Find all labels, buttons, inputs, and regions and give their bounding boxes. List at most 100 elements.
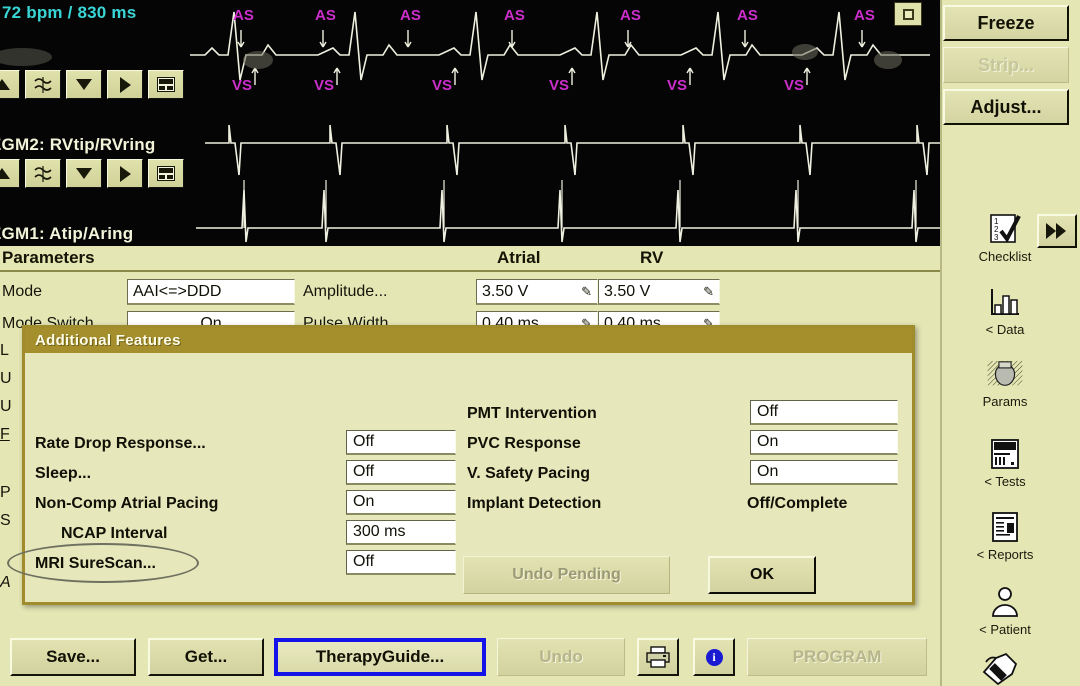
pacemaker-icon [985,355,1025,393]
svg-text:3: 3 [994,233,999,242]
scroll-right-button[interactable] [107,70,143,99]
feature-value-v-safety-pacing[interactable]: On [750,460,898,485]
feature-value-non-comp-atrial-pacing[interactable]: On [346,490,456,515]
parameters-header: Parameters Atrial RV [0,246,940,272]
feature-value-pmt-intervention[interactable]: Off [750,400,898,425]
occluded-label: S [0,512,11,529]
sidebar-item-params[interactable]: Params [942,355,1068,409]
sidebar-label-tests: < Tests [984,474,1026,489]
marker-vs: VS [784,77,805,94]
strip-button[interactable]: Strip... [943,47,1069,83]
bottom-toolbar: Save... Get... TherapyGuide... Undo i PR… [0,632,940,686]
sidebar-item-tests[interactable]: < Tests [942,435,1068,489]
undo-pending-button[interactable]: Undo Pending [463,556,670,594]
sidebar-label-params: Params [982,394,1028,409]
param-label-mode: Mode [2,283,43,300]
bar-chart-icon [985,283,1025,321]
dialog-title-bar: Additional Features [25,328,912,353]
amplitude-rv-text: 3.50 V [604,282,651,300]
next-page-button[interactable] [1037,214,1077,248]
param-value-amplitude-atrial[interactable]: 3.50 V ✎ [476,279,598,305]
feature-label-pmt-intervention: PMT Intervention [467,405,597,422]
stamp-icon[interactable] [980,650,1020,686]
feature-label-implant-detection: Implant Detection [467,495,602,512]
program-button[interactable]: PROGRAM [747,638,927,676]
therapyguide-button[interactable]: TherapyGuide... [274,638,486,676]
feature-label-rate-drop-response: Rate Drop Response... [35,435,206,452]
freeze-button[interactable]: Freeze [943,5,1069,41]
marker-as: AS [315,7,336,24]
double-right-arrow-icon [1046,223,1066,239]
marker-vs: VS [667,77,688,94]
marker-as: AS [854,7,875,24]
save-button[interactable]: Save... [10,638,136,676]
page-title: Parameters [2,248,95,267]
checklist-icon: 1 2 3 [985,210,1025,248]
occluded-label: U [0,370,12,387]
adjust-button[interactable]: Adjust... [943,89,1069,125]
feature-label-sleep: Sleep... [35,465,92,482]
feature-label-pvc-response: PVC Response [467,435,581,452]
egm-marker-toggle[interactable] [894,2,922,26]
scroll-right-button[interactable] [107,159,143,188]
autoscale-button[interactable] [25,70,61,99]
calipers-button[interactable] [148,70,184,99]
feature-value-mri-surescan[interactable]: Off [346,550,456,575]
occluded-label: F [0,426,10,443]
sidebar-item-patient[interactable]: < Patient [942,583,1068,637]
sidebar-item-reports[interactable]: < Reports [942,508,1068,562]
dialog-title: Additional Features [35,332,181,349]
occluded-label: L [0,342,9,359]
right-sidebar: Freeze Strip... Adjust... 1 2 3 Checklis… [940,0,1080,686]
feature-label-non-comp-atrial-pacing: Non-Comp Atrial Pacing [35,495,219,512]
egm-traces [0,11,940,243]
gain-up-button[interactable] [0,159,20,188]
heart-rate-readout: 72 bpm / 830 ms [2,3,137,22]
info-icon: i [705,648,723,666]
feature-label-v-safety-pacing: V. Safety Pacing [467,465,591,482]
param-label-amplitude: Amplitude... [303,283,388,300]
marker-as: AS [737,7,758,24]
get-button[interactable]: Get... [148,638,264,676]
egm2-control-row [0,159,184,188]
param-value-amplitude-rv[interactable]: 3.50 V ✎ [598,279,720,305]
param-row-mode: Mode AAI<=>DDD [2,278,295,306]
calipers-button[interactable] [148,159,184,188]
info-button[interactable]: i [693,638,735,676]
printer-icon [646,646,670,668]
marker-as: AS [504,7,525,24]
egm2-channel-label: EGM2: RVtip/RVring [0,135,156,154]
feature-label-mri-surescan[interactable]: MRI SureScan... [35,555,156,573]
square-icon [902,8,914,20]
person-icon [985,583,1025,621]
gain-down-button[interactable] [66,70,102,99]
amplitude-atrial-text: 3.50 V [482,282,529,300]
undo-button[interactable]: Undo [497,638,625,676]
occluded-label: U [0,398,12,415]
gain-down-button[interactable] [66,159,102,188]
feature-value-sleep[interactable]: Off [346,460,456,485]
param-value-mode[interactable]: AAI<=>DDD [127,279,295,305]
column-header-atrial: Atrial [497,248,541,267]
print-button[interactable] [637,638,679,676]
ok-button[interactable]: OK [708,556,816,594]
sidebar-item-data[interactable]: < Data [942,283,1068,337]
occluded-label: A [0,574,11,591]
feature-value-pvc-response[interactable]: On [750,430,898,455]
feature-value-rate-drop-response[interactable]: Off [346,430,456,455]
column-header-rv: RV [640,248,664,267]
programmer-screen: AS AS AS AS AS AS AS VS VS VS VS VS VS 7… [0,0,1080,686]
pencil-icon: ✎ [703,283,714,299]
report-icon [985,508,1025,546]
additional-features-dialog: Additional Features Rate Drop Response..… [7,325,915,605]
egm1-control-row [0,70,184,99]
feature-value-ncap-interval[interactable]: 300 ms [346,520,456,545]
marker-as: AS [233,7,254,24]
marker-vs: VS [314,77,335,94]
feature-label-ncap-interval: NCAP Interval [61,525,168,542]
sidebar-label-reports: < Reports [976,547,1034,562]
sidebar-label-patient: < Patient [979,622,1031,637]
marker-vs: VS [232,77,253,94]
autoscale-button[interactable] [25,159,61,188]
gain-up-button[interactable] [0,70,20,99]
